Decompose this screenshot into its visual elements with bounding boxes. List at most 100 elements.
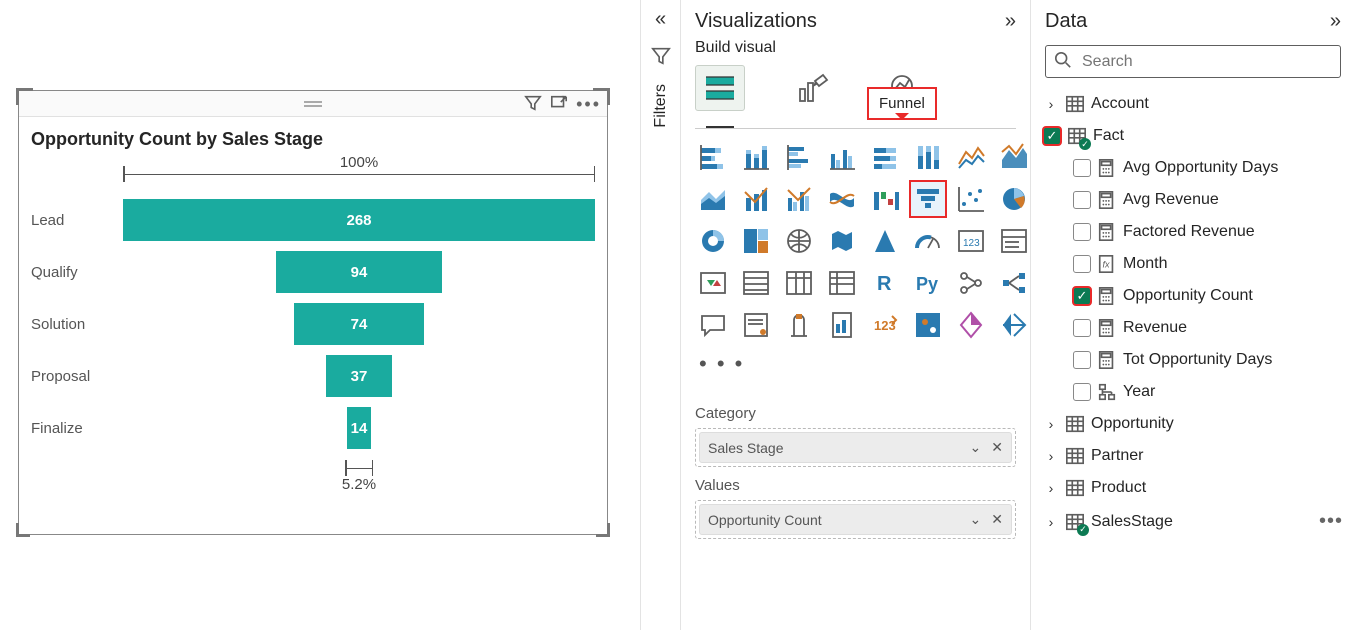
- chevron-down-icon[interactable]: ⌄: [970, 511, 982, 528]
- viz-python[interactable]: Py: [910, 265, 946, 301]
- viz-stacked-area[interactable]: [695, 181, 731, 217]
- values-well[interactable]: Opportunity Count ⌄ ✕: [695, 500, 1016, 539]
- viz-goals[interactable]: [781, 307, 817, 343]
- funnel-bar[interactable]: 94: [276, 251, 442, 293]
- collapse-data-icon[interactable]: »: [1330, 10, 1341, 33]
- expand-filters-icon[interactable]: «: [655, 8, 666, 31]
- search-input[interactable]: [1080, 52, 1332, 72]
- visual-header[interactable]: •••: [19, 91, 607, 117]
- table-partner[interactable]: › Partner: [1039, 440, 1347, 472]
- viz-gauge[interactable]: [910, 223, 946, 259]
- viz-r[interactable]: R: [867, 265, 903, 301]
- chevron-down-icon[interactable]: ⌄: [970, 439, 982, 456]
- field-checkbox[interactable]: [1073, 351, 1091, 369]
- viz-kpi[interactable]: [695, 265, 731, 301]
- viz-donut[interactable]: [695, 223, 731, 259]
- viz-arcgis[interactable]: [910, 307, 946, 343]
- field-avg-opportunity-days[interactable]: Avg Opportunity Days: [1039, 152, 1347, 184]
- drag-grip-icon[interactable]: [304, 101, 322, 107]
- table-opportunity[interactable]: › Opportunity: [1039, 408, 1347, 440]
- viz-treemap[interactable]: [738, 223, 774, 259]
- viz-power-automate[interactable]: [953, 307, 989, 343]
- field-year[interactable]: Year: [1039, 376, 1347, 408]
- viz-map[interactable]: [781, 223, 817, 259]
- remove-field-icon[interactable]: ✕: [991, 439, 1003, 456]
- table-salesstage[interactable]: › ✓ SalesStage •••: [1039, 504, 1347, 539]
- viz-scatter[interactable]: [953, 181, 989, 217]
- funnel-row[interactable]: Proposal 37: [31, 350, 595, 402]
- viz-filled-map[interactable]: [824, 223, 860, 259]
- collapse-viz-icon[interactable]: »: [1005, 10, 1016, 33]
- table-product[interactable]: › Product: [1039, 472, 1347, 504]
- field-checkbox[interactable]: [1073, 223, 1091, 241]
- category-chip[interactable]: Sales Stage ⌄ ✕: [699, 432, 1012, 463]
- field-factored-revenue[interactable]: Factored Revenue: [1039, 216, 1347, 248]
- funnel-bar[interactable]: 74: [294, 303, 424, 345]
- measure-icon: [1097, 350, 1117, 370]
- viz-ribbon[interactable]: [824, 181, 860, 217]
- focus-mode-icon[interactable]: [550, 94, 568, 117]
- field-checkbox[interactable]: ✓: [1073, 287, 1091, 305]
- viz-waterfall[interactable]: [867, 181, 903, 217]
- field-checkbox[interactable]: [1073, 191, 1091, 209]
- field-tot-opportunity-days[interactable]: Tot Opportunity Days: [1039, 344, 1347, 376]
- funnel-row[interactable]: Solution74: [31, 298, 595, 350]
- funnel-bar[interactable]: 14: [347, 407, 372, 449]
- data-search[interactable]: [1045, 45, 1341, 78]
- viz-decomposition-tree[interactable]: [996, 265, 1032, 301]
- viz-smart-narrative[interactable]: [738, 307, 774, 343]
- remove-field-icon[interactable]: ✕: [991, 511, 1003, 528]
- gallery-more-icon[interactable]: • • •: [681, 345, 1030, 383]
- viz-paginated-report[interactable]: [824, 307, 860, 343]
- category-well[interactable]: Sales Stage ⌄ ✕: [695, 428, 1016, 467]
- values-chip[interactable]: Opportunity Count ⌄ ✕: [699, 504, 1012, 535]
- format-visual-tab[interactable]: [787, 65, 837, 111]
- table-fact[interactable]: ✓ ✓ Fact: [1039, 120, 1347, 152]
- viz-get-more[interactable]: [996, 307, 1032, 343]
- viz-key-influencers[interactable]: [953, 265, 989, 301]
- viz-area[interactable]: [996, 139, 1032, 175]
- viz-100-stacked-column[interactable]: [910, 139, 946, 175]
- viz-card[interactable]: 123: [953, 223, 989, 259]
- table-account[interactable]: › Account: [1039, 88, 1347, 120]
- viz-multirow-card[interactable]: [996, 223, 1032, 259]
- filter-icon[interactable]: [524, 94, 542, 117]
- field-checkbox[interactable]: [1073, 383, 1091, 401]
- viz-power-apps[interactable]: 123: [867, 307, 903, 343]
- funnel-bar[interactable]: 268: [123, 199, 595, 241]
- funnel-row[interactable]: Lead268: [31, 194, 595, 246]
- viz-slicer[interactable]: [738, 265, 774, 301]
- viz-clustered-bar[interactable]: [781, 139, 817, 175]
- viz-matrix[interactable]: [824, 265, 860, 301]
- funnel-row[interactable]: Finalize14: [31, 402, 595, 454]
- more-options-icon[interactable]: •••: [576, 94, 601, 117]
- funnel-category-label: Proposal: [31, 368, 123, 385]
- more-options-icon[interactable]: •••: [1319, 510, 1343, 533]
- viz-azure-map[interactable]: [867, 223, 903, 259]
- table-checkbox[interactable]: ✓: [1043, 127, 1061, 145]
- viz-pie[interactable]: [996, 181, 1032, 217]
- funnel-row[interactable]: Qualify94: [31, 246, 595, 298]
- viz-line[interactable]: [953, 139, 989, 175]
- field-checkbox[interactable]: [1073, 255, 1091, 273]
- field-checkbox[interactable]: [1073, 319, 1091, 337]
- field-checkbox[interactable]: [1073, 159, 1091, 177]
- viz-stacked-column[interactable]: [738, 139, 774, 175]
- viz-clustered-column[interactable]: [824, 139, 860, 175]
- viz-line-clustered-column[interactable]: [781, 181, 817, 217]
- field-label: Avg Opportunity Days: [1123, 159, 1278, 177]
- field-avg-revenue[interactable]: Avg Revenue: [1039, 184, 1347, 216]
- filters-pane-collapsed[interactable]: « Filters: [641, 0, 681, 630]
- viz-table[interactable]: [781, 265, 817, 301]
- funnel-visual[interactable]: ••• Opportunity Count by Sales Stage 100…: [18, 90, 608, 535]
- field-month[interactable]: Month: [1039, 248, 1347, 280]
- field-revenue[interactable]: Revenue: [1039, 312, 1347, 344]
- viz-funnel[interactable]: [910, 181, 946, 217]
- viz-stacked-bar[interactable]: [695, 139, 731, 175]
- funnel-bar[interactable]: 37: [326, 355, 391, 397]
- viz-100-stacked-bar[interactable]: [867, 139, 903, 175]
- viz-qna[interactable]: [695, 307, 731, 343]
- viz-line-stacked-column[interactable]: [738, 181, 774, 217]
- field-opportunity-count[interactable]: ✓ Opportunity Count: [1039, 280, 1347, 312]
- build-visual-tab[interactable]: [695, 65, 745, 111]
